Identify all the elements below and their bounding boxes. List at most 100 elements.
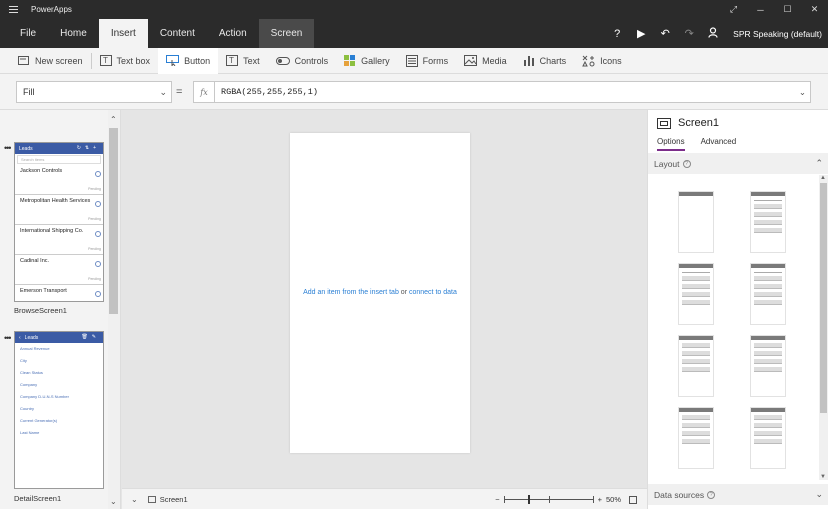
data-sources-label: Data sources — [654, 489, 705, 500]
layout-option-split[interactable] — [750, 407, 786, 469]
close-icon[interactable]: ✕ — [801, 0, 828, 19]
controls-button[interactable]: Controls — [268, 48, 337, 74]
zoom-out-button[interactable]: − — [495, 495, 499, 504]
tab-action[interactable]: Action — [207, 19, 259, 48]
layout-scrollbar[interactable]: ▲ ▼ — [819, 175, 828, 480]
connect-data-link[interactable]: connect to data — [409, 289, 457, 296]
scroll-up-icon[interactable]: ▲ — [820, 175, 826, 181]
panel-tabs: Options Advanced — [657, 137, 736, 151]
layout-gallery — [648, 175, 818, 480]
insert-tab-link[interactable]: Add an item from the insert tab — [303, 289, 399, 296]
help-icon[interactable]: ? — [682, 159, 691, 168]
panel-title: Screen1 — [678, 117, 719, 129]
browse-screen-thumbnail[interactable]: Leads ↻⇅+ Search items Jackson Controls P… — [14, 142, 104, 302]
app-title: PowerApps — [31, 5, 72, 14]
icons-icon — [582, 55, 595, 66]
user-name[interactable]: SPR Speaking (default) — [733, 29, 822, 39]
layout-option-detail[interactable] — [678, 407, 714, 469]
tab-insert[interactable]: Insert — [98, 19, 148, 48]
browse-screen-more-icon[interactable]: ••• — [4, 143, 12, 153]
layout-option-list-rating[interactable] — [678, 263, 714, 325]
property-dropdown[interactable]: Fill ⌄ — [16, 81, 172, 103]
layout-option-list-image[interactable] — [750, 263, 786, 325]
list-item-status: Pending — [88, 277, 101, 281]
list-item: International Shipping Co. Pending — [15, 225, 103, 255]
thumb-header: ‹ Leads 🗑✎ — [15, 332, 103, 343]
scroll-down-icon[interactable]: ▼ — [820, 474, 826, 480]
chevron-right-icon — [95, 291, 101, 297]
scroll-down-icon[interactable]: ⌄ — [110, 497, 117, 506]
scroll-up-icon[interactable]: ⌃ — [110, 115, 117, 124]
tab-content[interactable]: Content — [148, 19, 207, 48]
user-icon[interactable] — [707, 26, 719, 41]
tab-file[interactable]: File — [8, 19, 48, 48]
current-screen-name[interactable]: Screen1 — [160, 495, 188, 504]
tab-screen[interactable]: Screen — [258, 19, 315, 48]
scrollbar-thumb[interactable] — [820, 183, 827, 413]
list-item-title: Emerson Transport — [20, 288, 67, 294]
tab-options[interactable]: Options — [657, 137, 685, 151]
list-item-title: Jackson Controls — [20, 168, 63, 174]
help-icon[interactable]: ? — [707, 490, 716, 499]
list-item: Metropolitan Health Services Pending — [15, 195, 103, 225]
screen-artboard[interactable]: Add an item from the insert tab or conne… — [290, 133, 470, 453]
detail-screen-more-icon[interactable]: ••• — [4, 333, 12, 343]
chevron-down-icon[interactable]: ⌄ — [815, 489, 823, 500]
zoom-slider-handle[interactable] — [527, 495, 530, 504]
button-button[interactable]: Button — [158, 47, 219, 74]
layout-option-form-2[interactable] — [750, 335, 786, 397]
scrollbar-thumb[interactable] — [109, 128, 118, 314]
media-button[interactable]: Media — [456, 48, 515, 74]
screens-scrollbar[interactable]: ⌃ ⌄ — [108, 110, 120, 509]
forms-button[interactable]: Forms — [398, 48, 457, 74]
charts-button[interactable]: Charts — [515, 48, 575, 74]
svg-text:T: T — [103, 56, 108, 65]
list-item: Emerson Transport — [15, 285, 103, 301]
restore-icon[interactable]: ⤢ — [720, 0, 747, 19]
detail-field: Country — [20, 406, 35, 411]
detail-screen-thumbnail[interactable]: ‹ Leads 🗑✎ Annual Revenue City Clean Sta… — [14, 331, 104, 489]
text-button[interactable]: T Text — [218, 48, 268, 74]
layout-option-list[interactable] — [750, 191, 786, 253]
layout-section-header[interactable]: Layout ? ⌃ — [648, 153, 828, 174]
chevron-down-icon[interactable]: ⌄ — [131, 495, 138, 504]
detail-field: Company D-U-N-S Number — [20, 394, 69, 399]
layout-option-blank[interactable] — [678, 191, 714, 253]
zoom-tick — [503, 496, 505, 503]
charts-icon — [523, 55, 534, 66]
fx-icon[interactable]: fx — [193, 81, 215, 103]
formula-input[interactable]: RGBA(255,255,255,1) ⌄ — [214, 81, 811, 103]
data-sources-section-header[interactable]: Data sources ? ⌄ — [648, 484, 828, 505]
minimize-icon[interactable]: ─ — [747, 0, 774, 19]
icons-button[interactable]: Icons — [574, 48, 630, 74]
new-screen-button[interactable]: New screen — [10, 48, 91, 74]
properties-panel: Screen1 Options Advanced Layout ? ⌃ ▲ ▼ … — [647, 110, 828, 509]
text-box-button[interactable]: T Text box — [92, 48, 159, 74]
play-icon[interactable]: ▶ — [635, 27, 647, 40]
tab-advanced[interactable]: Advanced — [701, 137, 737, 151]
chevron-right-icon — [95, 231, 101, 237]
browse-screen-label[interactable]: BrowseScreen1 — [14, 306, 67, 315]
forms-label: Forms — [422, 55, 449, 66]
undo-icon[interactable]: ↶ — [659, 27, 671, 40]
gallery-button[interactable]: Gallery — [336, 48, 398, 74]
layout-option-form[interactable] — [678, 335, 714, 397]
chevron-up-icon[interactable]: ⌃ — [815, 158, 823, 169]
tab-home[interactable]: Home — [48, 19, 99, 48]
detail-field: City — [20, 358, 27, 363]
list-item: Cadinal Inc. Pending — [15, 255, 103, 285]
expand-formula-icon[interactable]: ⌄ — [799, 87, 806, 98]
help-icon[interactable]: ? — [611, 28, 623, 40]
fit-to-window-icon[interactable] — [629, 495, 637, 504]
redo-icon[interactable]: ↷ — [683, 27, 695, 40]
hint-or: or — [400, 289, 408, 296]
formula-bar: Fill ⌄ = fx RGBA(255,255,255,1) ⌄ — [0, 74, 828, 110]
text-icon: T — [226, 55, 239, 66]
design-canvas[interactable]: Add an item from the insert tab or conne… — [122, 110, 647, 488]
zoom-in-button[interactable]: + — [598, 495, 602, 504]
zoom-slider[interactable] — [503, 495, 594, 504]
list-item: Jackson Controls Pending — [15, 165, 103, 195]
maximize-icon[interactable]: ☐ — [774, 0, 801, 19]
hamburger-menu-icon[interactable] — [9, 6, 23, 13]
detail-screen-label[interactable]: DetailScreen1 — [14, 494, 61, 503]
